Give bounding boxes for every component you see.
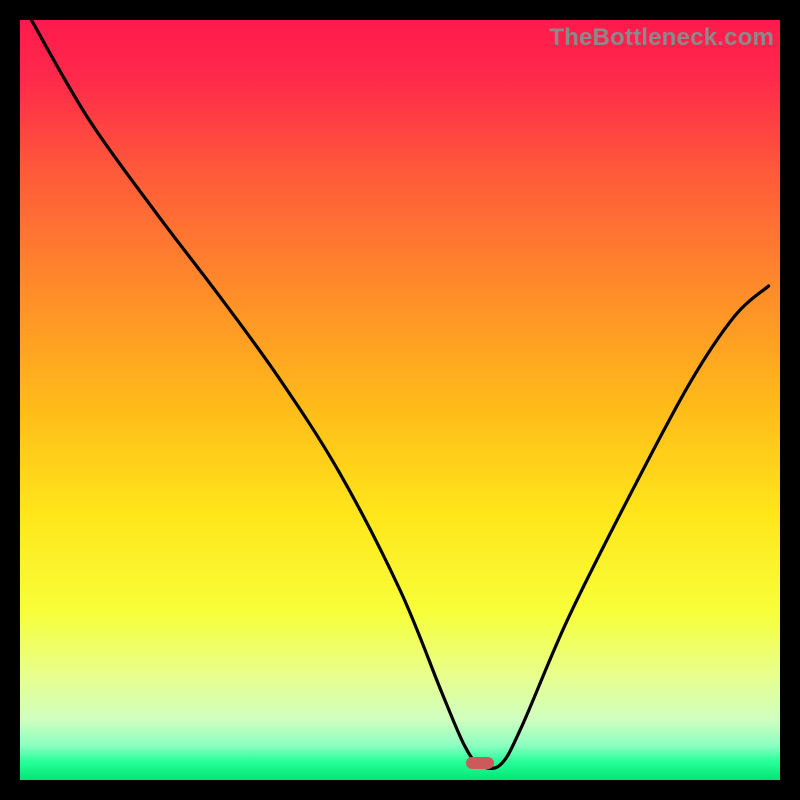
bottleneck-chart xyxy=(20,20,780,780)
optimum-marker xyxy=(466,757,494,769)
gradient-background xyxy=(20,20,780,780)
watermark-text: TheBottleneck.com xyxy=(549,24,774,52)
chart-frame: TheBottleneck.com xyxy=(20,20,780,780)
